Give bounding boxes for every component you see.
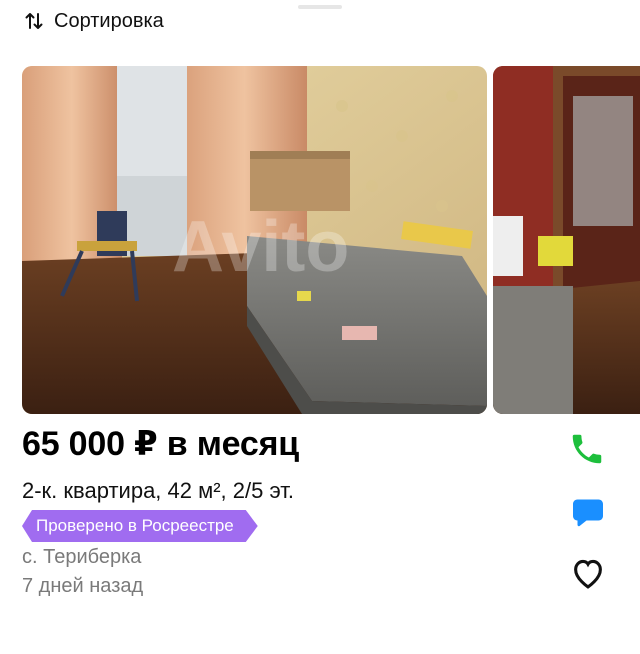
sort-label: Сортировка	[54, 9, 164, 32]
listing-date: 7 дней назад	[22, 575, 144, 597]
favorite-button[interactable]	[569, 556, 607, 595]
message-icon	[573, 499, 603, 527]
watermark-logo: Avito	[172, 207, 349, 287]
listing-title[interactable]: 2-к. квартира, 42 м², 2/5 эт.	[22, 478, 294, 504]
heart-icon	[574, 559, 602, 589]
listing-location: с. Териберка	[22, 546, 142, 568]
listing-price: 65 000 ₽ в месяц	[22, 425, 299, 463]
listing-photo-second[interactable]	[493, 66, 640, 414]
listing-photo-main[interactable]: Avito	[22, 66, 487, 414]
verified-badge: Проверено в Росреестре	[22, 510, 258, 542]
sort-arrows-icon	[25, 13, 43, 29]
phone-icon	[572, 434, 602, 464]
message-button[interactable]	[570, 495, 606, 536]
drag-handle[interactable]	[298, 5, 342, 9]
call-button[interactable]	[568, 430, 606, 473]
sort-button[interactable]: Сортировка	[24, 8, 164, 34]
